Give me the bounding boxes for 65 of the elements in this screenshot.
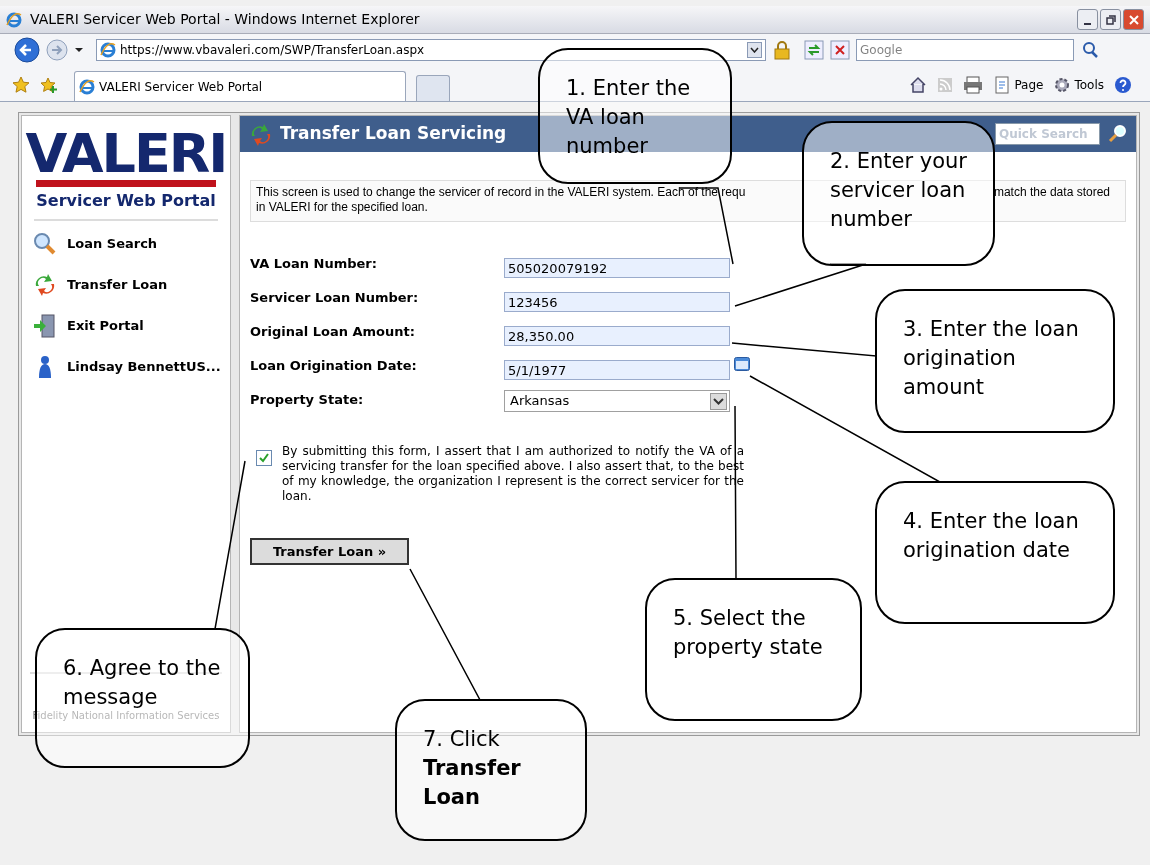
- stop-icon: [830, 40, 850, 60]
- field-label: Property State:: [250, 391, 365, 409]
- logo-text: VALERI: [25, 128, 227, 180]
- description-text: This screen is used to change the servicer of record in the VALERI system. Each of the requ: [256, 185, 746, 200]
- callout-tooltip: 7. Click Transfer Loan: [395, 699, 587, 841]
- search-field[interactable]: Google: [856, 39, 1074, 61]
- text-field[interactable]: 123456: [504, 292, 730, 312]
- callout-tooltip: 5. Select the property state: [645, 578, 862, 721]
- search-icon: [32, 231, 58, 257]
- dropdown-button[interactable]: [747, 42, 762, 58]
- quick-search-field[interactable]: Quick Search: [995, 123, 1100, 145]
- toolbar-button[interactable]: Page: [993, 76, 1044, 94]
- minimize-icon: [1084, 22, 1091, 25]
- field-label: Original Loan Amount:: [250, 323, 416, 341]
- home-icon: [909, 76, 928, 94]
- submit-button[interactable]: Transfer Loan »: [250, 538, 409, 565]
- restore-button[interactable]: [1100, 9, 1121, 30]
- browser-tab[interactable]: VALERI Servicer Web Portal: [74, 71, 406, 101]
- search-icon: [1108, 124, 1128, 144]
- refresh-icon: [804, 40, 824, 60]
- field-label: Servicer Loan Number:: [250, 289, 420, 307]
- checkmark-icon: [258, 452, 270, 464]
- description-text: in VALERI for the specified loan.: [256, 200, 428, 214]
- toolbar-button[interactable]: Tools: [1053, 76, 1104, 94]
- callout-tooltip: 1. Enter the VA loan number: [538, 48, 732, 184]
- text-field[interactable]: 28,350.00: [504, 326, 730, 346]
- callout-tooltip: 2. Enter your servicer loan number: [802, 121, 995, 266]
- window-title: VALERI Servicer Web Portal - Windows Internet Explorer: [30, 10, 420, 29]
- page-icon: [100, 42, 116, 58]
- door-arrow-icon: [32, 313, 58, 339]
- add-favorite-icon: [40, 76, 58, 94]
- checkbox[interactable]: [256, 450, 272, 466]
- state-dropdown[interactable]: Arkansas: [504, 390, 730, 412]
- feed-icon: [937, 77, 954, 93]
- nav-link[interactable]: Loan Search: [32, 231, 218, 257]
- nav-link[interactable]: Transfer Loan: [32, 272, 218, 298]
- description-text: match the data stored: [993, 185, 1110, 200]
- callout-tooltip: 3. Enter the loan origination amount: [875, 289, 1115, 433]
- browser-logo-icon: [6, 11, 22, 28]
- page-icon: [79, 78, 95, 95]
- callout-tooltip: 4. Enter the loan origination date: [875, 481, 1115, 624]
- nav-link[interactable]: Exit Portal: [32, 313, 218, 339]
- caret-icon: [750, 47, 759, 53]
- restore-icon: [1104, 13, 1117, 26]
- page-title: Transfer Loan Servicing: [280, 122, 507, 146]
- minimize-button[interactable]: [1077, 9, 1098, 30]
- favorites-star-icon: [12, 76, 30, 94]
- address-field[interactable]: https://www.vbavaleri.com/SWP/TransferLoan.aspx: [96, 39, 766, 61]
- page-icon: [993, 76, 1012, 94]
- nav-link[interactable]: Lindsay BennettUS...: [32, 354, 218, 380]
- text-field[interactable]: 5/1/1977: [504, 360, 730, 380]
- field-label: Loan Origination Date:: [250, 357, 418, 375]
- text-field[interactable]: 505020079192: [504, 258, 730, 278]
- caret-icon: [74, 47, 84, 53]
- back-button-icon: [14, 37, 40, 63]
- close-icon: [1127, 13, 1140, 26]
- settings-icon: [1053, 76, 1072, 94]
- close-button[interactable]: [1123, 9, 1144, 30]
- help-icon: [1114, 76, 1132, 94]
- print-icon: [963, 76, 984, 94]
- field-label: VA Loan Number:: [250, 255, 378, 273]
- padlock-icon: [772, 40, 792, 60]
- forward-button-icon: [46, 39, 68, 61]
- calendar-icon: [734, 357, 750, 371]
- logo-subtitle: Servicer Web Portal: [36, 190, 216, 212]
